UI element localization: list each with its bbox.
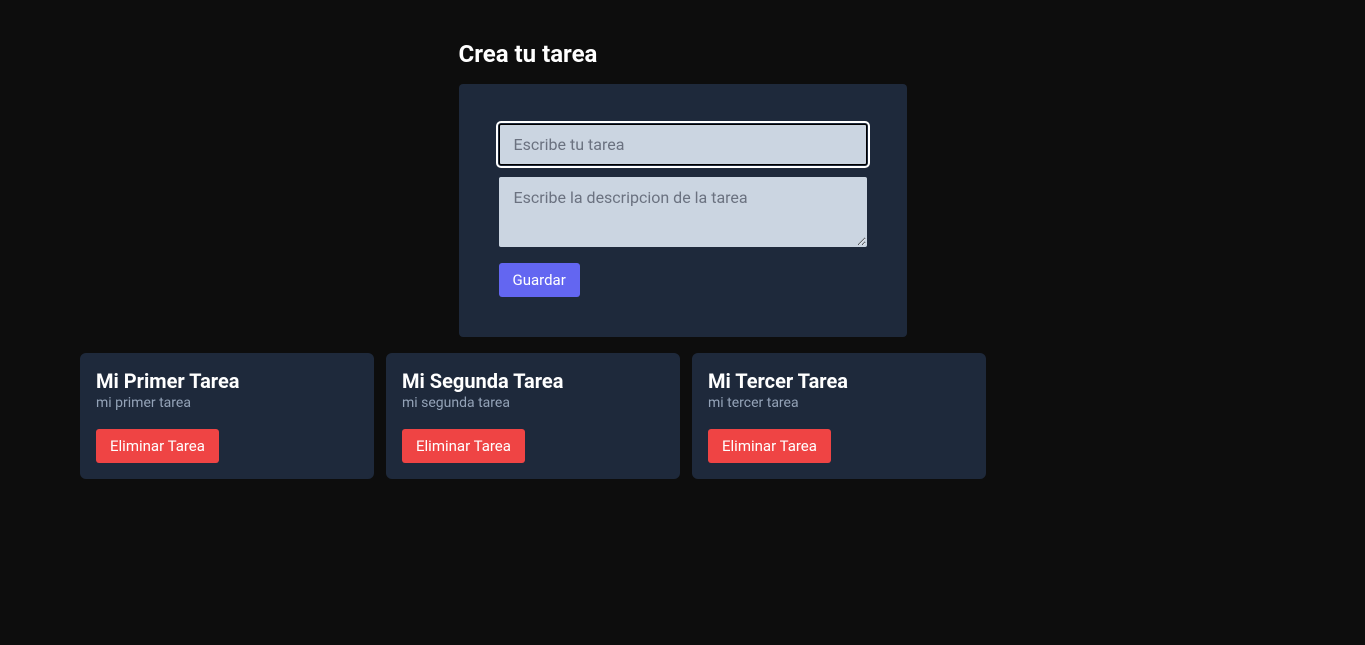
delete-task-button[interactable]: Eliminar Tarea <box>96 429 219 463</box>
page-title: Crea tu tarea <box>459 40 907 68</box>
task-title: Mi Tercer Tarea <box>708 369 970 393</box>
task-description-input[interactable] <box>499 177 867 247</box>
task-card: Mi Tercer Tarea mi tercer tarea Eliminar… <box>692 353 986 479</box>
create-task-card: Guardar <box>459 84 907 337</box>
task-title-input[interactable] <box>499 124 867 165</box>
task-description: mi tercer tarea <box>708 395 970 411</box>
tasks-list: Mi Primer Tarea mi primer tarea Eliminar… <box>0 353 1365 479</box>
task-title: Mi Primer Tarea <box>96 369 358 393</box>
task-description: mi segunda tarea <box>402 395 664 411</box>
task-card: Mi Segunda Tarea mi segunda tarea Elimin… <box>386 353 680 479</box>
delete-task-button[interactable]: Eliminar Tarea <box>708 429 831 463</box>
task-description: mi primer tarea <box>96 395 358 411</box>
task-card: Mi Primer Tarea mi primer tarea Eliminar… <box>80 353 374 479</box>
save-button[interactable]: Guardar <box>499 263 580 297</box>
delete-task-button[interactable]: Eliminar Tarea <box>402 429 525 463</box>
task-title: Mi Segunda Tarea <box>402 369 664 393</box>
